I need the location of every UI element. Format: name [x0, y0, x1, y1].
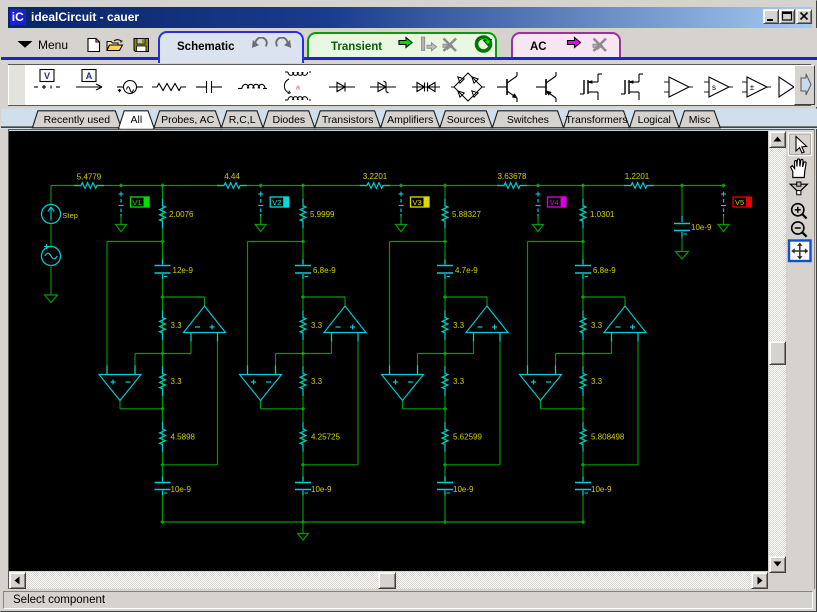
svg-text:Switches: Switches: [507, 114, 549, 126]
svg-text:V3: V3: [413, 198, 422, 207]
svg-text:3.3: 3.3: [171, 377, 183, 386]
svg-text:All: All: [131, 114, 143, 126]
svg-text:10e-9: 10e-9: [171, 485, 192, 494]
svg-text:3.3: 3.3: [591, 321, 603, 330]
svg-text:Misc: Misc: [689, 114, 711, 126]
svg-text:3.2201: 3.2201: [363, 172, 388, 181]
svg-text:a: a: [296, 85, 300, 92]
svg-text:Probes, AC: Probes, AC: [161, 114, 215, 126]
svg-text:3.3: 3.3: [311, 321, 323, 330]
svg-text:5.88327: 5.88327: [452, 210, 481, 219]
svg-text:6.8e-9: 6.8e-9: [593, 266, 616, 275]
svg-text:Logical: Logical: [638, 114, 671, 126]
svg-text:Transistors: Transistors: [322, 114, 374, 126]
svg-text:4.5898: 4.5898: [171, 432, 196, 441]
svg-text:3.3: 3.3: [453, 321, 465, 330]
svg-text:5.9999: 5.9999: [310, 210, 335, 219]
svg-text:5.62599: 5.62599: [453, 432, 482, 441]
svg-text:10e-9: 10e-9: [691, 223, 712, 232]
svg-text:10e-9: 10e-9: [591, 485, 612, 494]
svg-text:2.0076: 2.0076: [169, 210, 194, 219]
svg-text:3.3: 3.3: [591, 377, 603, 386]
svg-text:±: ±: [750, 83, 755, 92]
svg-text:Transformers: Transformers: [565, 114, 627, 126]
svg-text:1.2201: 1.2201: [625, 172, 650, 181]
svg-text:V4: V4: [550, 198, 559, 207]
svg-text:A: A: [86, 71, 93, 81]
svg-text:Recently used: Recently used: [44, 114, 111, 126]
svg-text:3.3: 3.3: [311, 377, 323, 386]
svg-text:V2: V2: [272, 198, 281, 207]
svg-text:Amplifiers: Amplifiers: [387, 114, 433, 126]
svg-text:V1: V1: [133, 198, 142, 207]
svg-text:5.4779: 5.4779: [77, 172, 102, 181]
svg-text:Sources: Sources: [447, 114, 486, 126]
svg-text:1.0301: 1.0301: [590, 210, 615, 219]
svg-text:3.63678: 3.63678: [498, 172, 527, 181]
svg-text:3.3: 3.3: [453, 377, 465, 386]
svg-text:4.44: 4.44: [224, 172, 240, 181]
svg-text:R,C,L: R,C,L: [229, 114, 256, 126]
svg-text:s: s: [712, 83, 716, 92]
svg-text:V5: V5: [735, 198, 744, 207]
svg-text:5.808498: 5.808498: [591, 432, 625, 441]
svg-text:10e-9: 10e-9: [311, 485, 332, 494]
svg-text:3.3: 3.3: [171, 321, 183, 330]
svg-text:6.8e-9: 6.8e-9: [313, 266, 336, 275]
svg-text:4.25725: 4.25725: [311, 432, 340, 441]
svg-text:Diodes: Diodes: [273, 114, 306, 126]
svg-text:4.7e-9: 4.7e-9: [455, 266, 478, 275]
svg-text:10e-9: 10e-9: [453, 485, 474, 494]
svg-text:Step: Step: [63, 211, 78, 220]
svg-text:V: V: [44, 71, 50, 81]
svg-text:Menu: Menu: [38, 38, 68, 52]
svg-text:12e-9: 12e-9: [173, 266, 194, 275]
